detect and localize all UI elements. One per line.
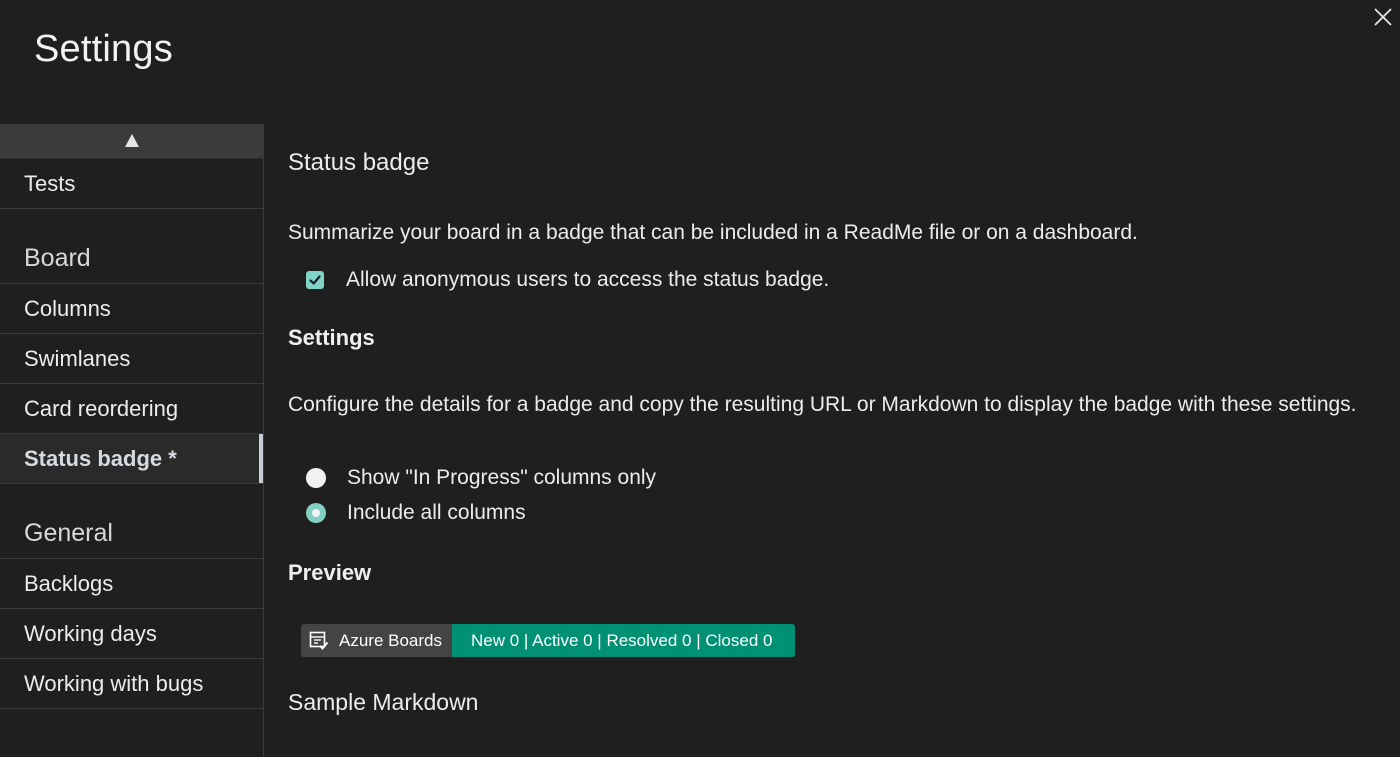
anonymous-access-checkbox[interactable]: [306, 271, 324, 289]
sidebar-item-card-reordering[interactable]: Card reordering: [0, 384, 263, 434]
badge-right-segment: New 0 | Active 0 | Resolved 0 | Closed 0: [452, 624, 796, 657]
sidebar-item-label: Working with bugs: [24, 670, 204, 696]
badge-left-label: Azure Boards: [339, 630, 442, 650]
checkmark-icon: [309, 275, 321, 285]
sidebar-item-status-badge[interactable]: Status badge *: [0, 434, 263, 484]
sidebar-item-backlogs[interactable]: Backlogs: [0, 559, 263, 609]
sidebar-item-label: Tests: [24, 170, 76, 196]
sidebar-item-label: Card reordering: [24, 395, 179, 421]
close-icon: [1374, 8, 1392, 26]
badge-left-segment: Azure Boards: [301, 624, 452, 657]
sidebar-item-label: Status badge *: [24, 445, 177, 471]
triangle-up-icon: [124, 133, 139, 147]
sidebar-item-label: Backlogs: [24, 570, 114, 596]
preview-heading: Preview: [288, 560, 372, 585]
sample-markdown-heading: Sample Markdown: [288, 689, 479, 715]
badge-description: Summarize your board in a badge that can…: [288, 221, 1138, 244]
settings-description: Configure the details for a badge and co…: [288, 393, 1357, 416]
radio-all-columns-option[interactable]: Include all columns: [306, 501, 526, 525]
settings-heading: Settings: [288, 325, 375, 350]
radio-in-progress-label: Show "In Progress" columns only: [347, 466, 657, 489]
badge-right-label: New 0 | Active 0 | Resolved 0 | Closed 0: [471, 630, 773, 650]
radio-all-columns-label: Include all columns: [347, 501, 526, 524]
sidebar-item-tests[interactable]: Tests: [0, 159, 263, 209]
page-title: Settings: [34, 28, 173, 70]
radio-in-progress[interactable]: [306, 468, 326, 488]
sidebar-item-swimlanes[interactable]: Swimlanes: [0, 334, 263, 384]
radio-all-columns[interactable]: [306, 503, 326, 523]
sidebar-scroll-up-button[interactable]: [0, 124, 263, 159]
anonymous-access-label: Allow anonymous users to access the stat…: [346, 268, 830, 291]
close-button[interactable]: [1366, 0, 1400, 34]
sidebar-item-label: Swimlanes: [24, 345, 131, 371]
sidebar-item-label: Working days: [24, 620, 157, 646]
settings-sidebar: Tests Board Columns Swimlanes Card reord…: [0, 124, 264, 757]
sidebar-group-board: Board: [0, 209, 263, 284]
status-badge-preview: Azure Boards New 0 | Active 0 | Resolved…: [301, 624, 796, 657]
azure-boards-icon: [309, 631, 329, 650]
sidebar-item-working-with-bugs[interactable]: Working with bugs: [0, 659, 263, 709]
sidebar-group-general: General: [0, 484, 263, 559]
sidebar-item-working-days[interactable]: Working days: [0, 609, 263, 659]
radio-in-progress-option[interactable]: Show "In Progress" columns only: [306, 466, 656, 490]
anonymous-access-option[interactable]: Allow anonymous users to access the stat…: [306, 268, 829, 292]
sidebar-item-label: Columns: [24, 295, 111, 321]
sidebar-item-columns[interactable]: Columns: [0, 284, 263, 334]
section-title: Status badge: [288, 149, 430, 176]
radio-selected-dot: [312, 509, 320, 517]
